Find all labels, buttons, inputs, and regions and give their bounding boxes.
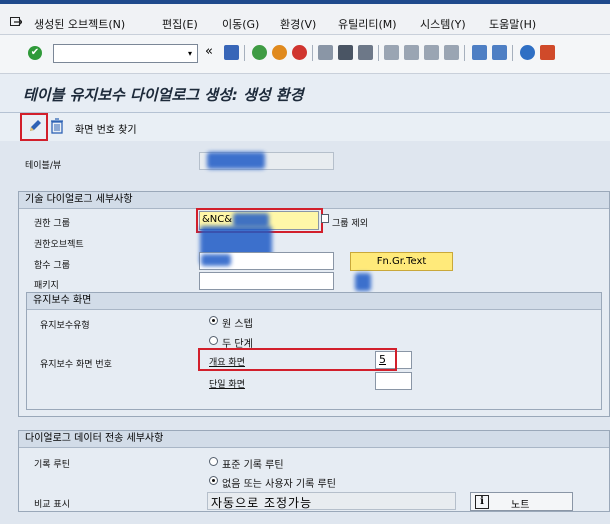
menu-utilities[interactable]: 유틸리티(M) xyxy=(338,16,397,32)
note-button-label: 노트 xyxy=(511,500,530,511)
toolbar-separator xyxy=(312,45,313,61)
edit-highlight-box xyxy=(20,113,48,141)
toolbar-separator xyxy=(244,45,245,61)
find-icon[interactable] xyxy=(338,45,353,60)
maint-screen-title: 유지보수 화면 xyxy=(27,293,601,310)
fn-group-text-button[interactable]: Fn.Gr.Text xyxy=(350,252,453,271)
two-step-radio[interactable] xyxy=(209,336,218,345)
menu-goto[interactable]: 이동(G) xyxy=(222,16,259,32)
package-field[interactable] xyxy=(199,272,334,290)
command-field[interactable] xyxy=(53,44,185,63)
menu-help[interactable]: 도움말(H) xyxy=(489,16,536,32)
overview-highlight-box xyxy=(198,348,397,371)
previous-page-icon[interactable] xyxy=(404,45,419,60)
find-screen-number-button[interactable]: 화면 번호 찾기 xyxy=(75,121,137,136)
application-toolbar: 화면 번호 찾기 xyxy=(0,113,610,141)
standard-routine-radio[interactable] xyxy=(209,457,218,466)
exit-nav-icon[interactable] xyxy=(272,45,287,60)
toolbar-separator xyxy=(378,45,379,61)
menu-environment[interactable]: 환경(V) xyxy=(280,16,316,32)
user-routine-radio[interactable] xyxy=(209,476,218,485)
package-label: 패키지 xyxy=(34,281,59,291)
menu-generated-objects[interactable]: 생성된 오브젝트(N) xyxy=(34,16,125,32)
one-step-label: 원 스텝 xyxy=(222,319,253,330)
table-view-label: 테이블/뷰 xyxy=(25,161,62,171)
print-icon[interactable] xyxy=(318,45,333,60)
tech-details-title: 기술 다이얼로그 세부사항 xyxy=(19,192,609,209)
one-step-radio[interactable] xyxy=(209,316,218,325)
menu-bar: 생성된 오브젝트(N) 편집(E) 이동(G) 환경(V) 유틸리티(M) 시스… xyxy=(0,4,610,35)
menu-system[interactable]: 시스템(Y) xyxy=(420,16,466,32)
redacted-function-group xyxy=(201,254,231,266)
redacted-package xyxy=(355,273,371,291)
title-area: 테이블 유지보수 다이얼로그 생성: 생성 환경 xyxy=(0,74,610,113)
save-icon[interactable] xyxy=(224,45,239,60)
auth-group-label: 권한 그룹 xyxy=(34,219,70,229)
info-icon: i xyxy=(475,495,489,509)
new-session-icon[interactable] xyxy=(472,45,487,60)
compare-flag-label: 비교 표시 xyxy=(34,500,70,510)
enter-check-icon[interactable]: ✔ xyxy=(28,46,42,60)
compare-flag-value: 자동으로 조정가능 xyxy=(211,496,313,510)
maint-screen-no-label: 유지보수 화면 번호 xyxy=(40,360,112,370)
auth-object-label: 권한오브젝트 xyxy=(34,240,84,250)
help-icon[interactable] xyxy=(520,45,535,60)
compare-flag-field[interactable]: 자동으로 조정가능 xyxy=(207,492,456,510)
exit-icon[interactable] xyxy=(10,17,22,27)
back-icon[interactable] xyxy=(252,45,267,60)
cancel-icon[interactable] xyxy=(292,45,307,60)
standard-routine-label: 표준 기록 루틴 xyxy=(222,460,284,471)
menu-edit[interactable]: 편집(E) xyxy=(162,16,198,32)
delete-trash-icon[interactable] xyxy=(50,118,64,134)
maint-type-label: 유지보수유형 xyxy=(40,321,90,331)
single-screen-label: 단일 화면 xyxy=(209,380,245,390)
toolbar-separator xyxy=(464,45,465,61)
transport-details-title: 다이얼로그 데이터 전송 세부사항 xyxy=(19,431,609,448)
last-page-icon[interactable] xyxy=(444,45,459,60)
command-dropdown-icon[interactable]: ▾ xyxy=(183,44,198,63)
standard-toolbar: ✔ ▾ « xyxy=(0,35,610,74)
recording-routine-label: 기록 루틴 xyxy=(34,460,70,470)
collapse-command-icon[interactable]: « xyxy=(205,44,213,59)
shortcut-icon[interactable] xyxy=(492,45,507,60)
redacted-table-name xyxy=(207,152,265,169)
note-button[interactable]: i 노트 xyxy=(470,492,573,511)
single-screen-field[interactable] xyxy=(375,372,412,390)
function-group-label: 함수 그룹 xyxy=(34,261,70,271)
next-page-icon[interactable] xyxy=(424,45,439,60)
first-page-icon[interactable] xyxy=(384,45,399,60)
find-next-icon[interactable] xyxy=(358,45,373,60)
exclude-group-label: 그룹 제외 xyxy=(332,219,368,229)
customize-layout-icon[interactable] xyxy=(540,45,555,60)
page-title: 테이블 유지보수 다이얼로그 생성: 생성 환경 xyxy=(23,86,304,104)
exclude-group-checkbox[interactable] xyxy=(321,214,329,223)
user-routine-label: 없음 또는 사용자 기록 루틴 xyxy=(222,479,336,490)
toolbar-separator xyxy=(512,45,513,61)
